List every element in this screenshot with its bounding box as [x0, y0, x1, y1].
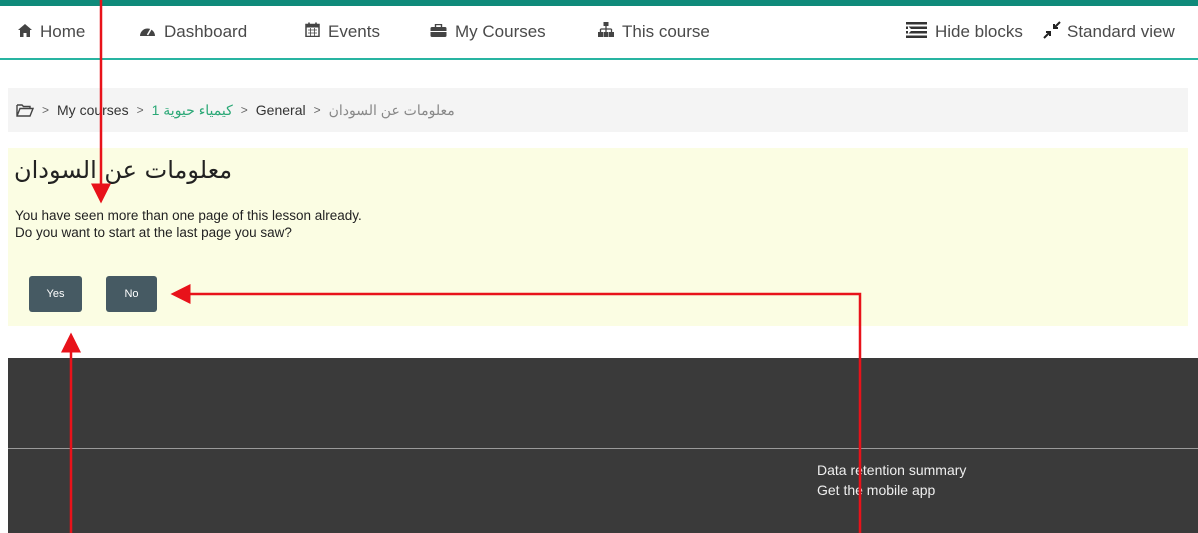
lesson-title: معلومات عن السودان [14, 156, 233, 184]
nav-my-courses-label: My Courses [455, 22, 546, 41]
lesson-message-line2: Do you want to start at the last page yo… [15, 225, 292, 240]
list-indent-icon [906, 21, 927, 43]
lesson-message: You have seen more than one page of this… [15, 207, 362, 241]
footer-divider [8, 448, 1198, 449]
briefcase-icon [430, 22, 447, 42]
lesson-panel: معلومات عن السودان You have seen more th… [8, 148, 1188, 326]
breadcrumb-general[interactable]: General [256, 102, 306, 118]
footer-mobile-app-link[interactable]: Get the mobile app [817, 482, 935, 498]
breadcrumb-separator: > [42, 103, 50, 117]
footer-data-retention-link[interactable]: Data retention summary [817, 462, 966, 478]
nav-my-courses[interactable]: My Courses [430, 20, 546, 44]
nav-home-label: Home [40, 22, 86, 41]
nav-events[interactable]: Events [305, 20, 380, 44]
yes-button[interactable]: Yes [29, 276, 82, 312]
nav-dashboard[interactable]: Dashboard [139, 20, 247, 44]
nav-this-course-label: This course [622, 22, 710, 41]
breadcrumb: > My courses > كيمياء حيوية 1 > General … [8, 88, 1188, 132]
nav-standard-view-label: Standard view [1067, 22, 1175, 41]
breadcrumb-course[interactable]: كيمياء حيوية 1 [152, 102, 233, 119]
breadcrumb-separator: > [240, 103, 248, 117]
navbar: Home Dashboard Events My Courses This co… [0, 6, 1198, 60]
lesson-message-line1: You have seen more than one page of this… [15, 208, 362, 223]
nav-dashboard-label: Dashboard [164, 22, 248, 41]
nav-events-label: Events [328, 22, 380, 41]
nav-this-course[interactable]: This course [598, 20, 710, 44]
breadcrumb-separator: > [136, 103, 144, 117]
nav-hide-blocks[interactable]: Hide blocks [906, 20, 1023, 44]
breadcrumb-separator: > [313, 103, 321, 117]
nav-home[interactable]: Home [18, 20, 85, 44]
folder-open-icon [16, 103, 34, 117]
home-icon [18, 22, 32, 42]
sitemap-icon [598, 22, 614, 42]
tachometer-icon [139, 22, 156, 42]
breadcrumb-my-courses[interactable]: My courses [57, 102, 129, 118]
calendar-icon [305, 22, 320, 42]
nav-standard-view[interactable]: Standard view [1043, 20, 1175, 44]
no-button[interactable]: No [106, 276, 157, 312]
nav-hide-blocks-label: Hide blocks [935, 22, 1023, 41]
compress-icon [1043, 20, 1061, 44]
footer: Data retention summary Get the mobile ap… [8, 358, 1198, 533]
breadcrumb-current: معلومات عن السودان [328, 101, 455, 118]
